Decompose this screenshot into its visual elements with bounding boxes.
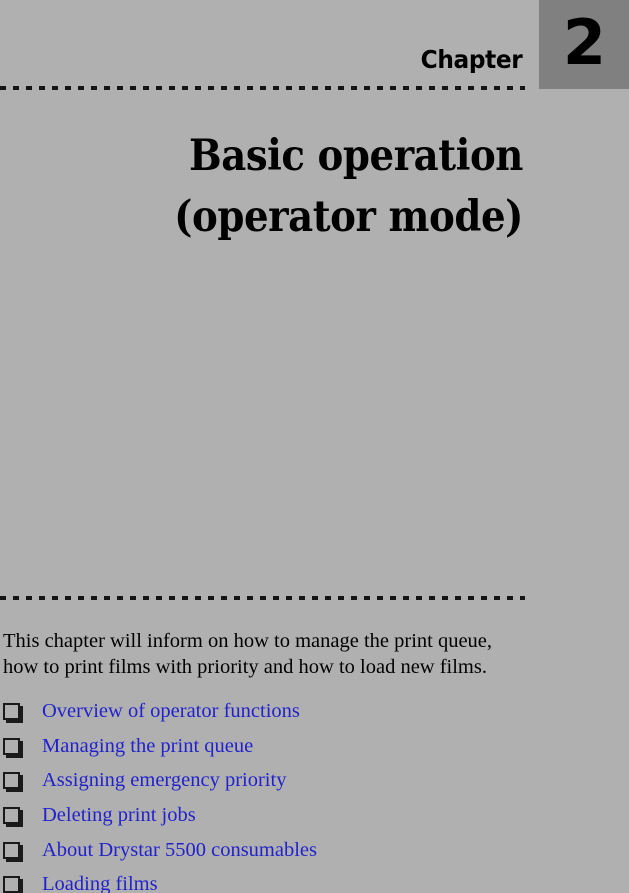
dashed-rule-top bbox=[0, 86, 525, 90]
hollow-square-shadow-icon bbox=[3, 703, 20, 721]
hollow-square-shadow-icon bbox=[3, 876, 20, 893]
chapter-title-line-2: (operator mode) bbox=[174, 192, 523, 242]
chapter-header-band: Chapter 2 bbox=[0, 0, 629, 89]
list-item[interactable]: About Drystar 5500 consumables bbox=[0, 832, 629, 867]
chapter-title: Basic operation (operator mode) bbox=[0, 126, 523, 248]
chapter-title-line-1: Basic operation bbox=[188, 131, 524, 181]
toc-link[interactable]: About Drystar 5500 consumables bbox=[42, 838, 317, 862]
hollow-square-shadow-icon bbox=[3, 807, 20, 825]
toc-link[interactable]: Deleting print jobs bbox=[42, 803, 196, 827]
list-item[interactable]: Loading films bbox=[0, 867, 629, 893]
toc-link[interactable]: Managing the print queue bbox=[42, 734, 253, 758]
list-item[interactable]: Managing the print queue bbox=[0, 729, 629, 764]
intro-line-1: This chapter will inform on how to manag… bbox=[3, 630, 493, 652]
chapter-label: Chapter bbox=[420, 45, 522, 74]
chapter-contents-list: Overview of operator functions Managing … bbox=[0, 694, 629, 893]
document-page: Chapter 2 Basic operation (operator mode… bbox=[0, 0, 629, 893]
toc-link[interactable]: Assigning emergency priority bbox=[42, 768, 286, 792]
toc-link[interactable]: Loading films bbox=[42, 872, 158, 893]
hollow-square-shadow-icon bbox=[3, 841, 20, 859]
intro-line-2: how to print films with priority and how… bbox=[3, 656, 487, 678]
intro-paragraph: This chapter will inform on how to manag… bbox=[3, 628, 563, 680]
list-item[interactable]: Deleting print jobs bbox=[0, 798, 629, 833]
hollow-square-shadow-icon bbox=[3, 772, 20, 790]
dashed-rule-middle bbox=[0, 596, 525, 600]
chapter-number: 2 bbox=[562, 5, 606, 79]
list-item[interactable]: Overview of operator functions bbox=[0, 694, 629, 729]
hollow-square-shadow-icon bbox=[3, 737, 20, 755]
list-item[interactable]: Assigning emergency priority bbox=[0, 763, 629, 798]
toc-link[interactable]: Overview of operator functions bbox=[42, 699, 300, 723]
